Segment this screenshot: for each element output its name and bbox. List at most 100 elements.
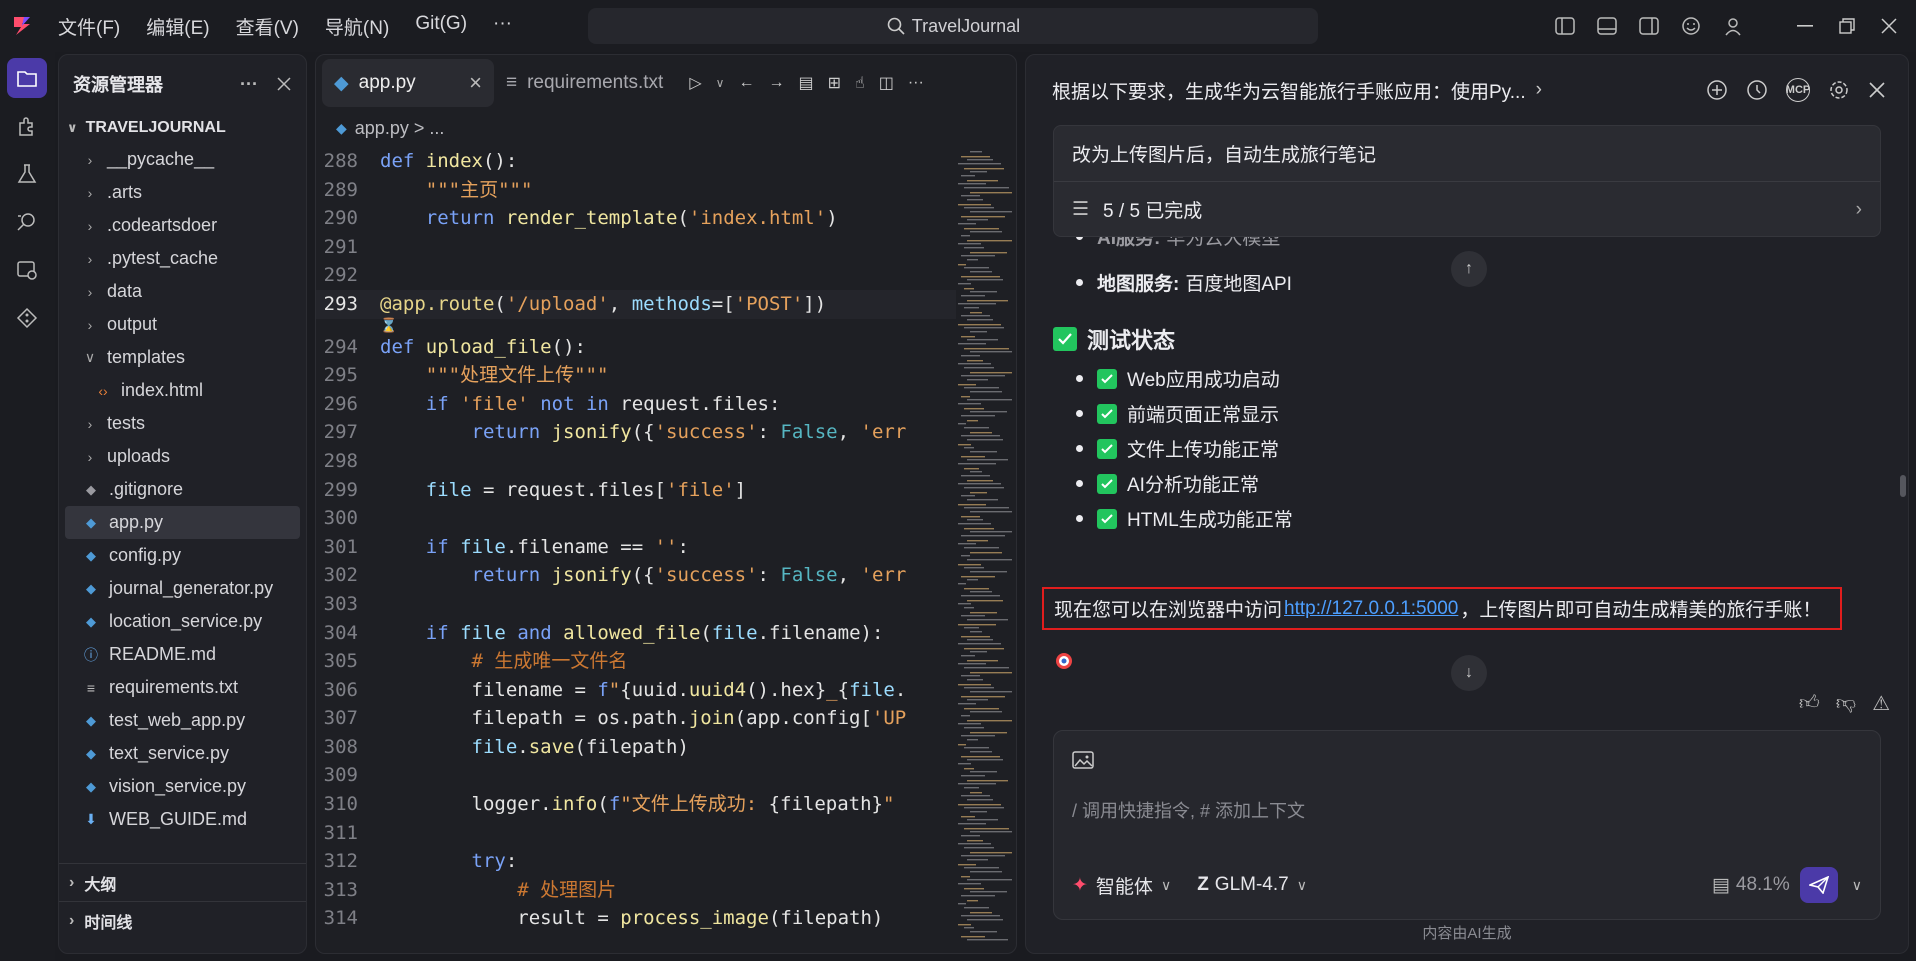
- code-line[interactable]: 310 logger.info(f"文件上传成功: {filepath}": [316, 790, 956, 819]
- code-line[interactable]: 313 # 处理图片: [316, 876, 956, 905]
- chevron-down-icon[interactable]: ∨: [716, 76, 725, 90]
- image-upload-icon[interactable]: [1072, 749, 1096, 771]
- tree-item[interactable]: ◆ text_service.py: [65, 737, 300, 770]
- tree-item[interactable]: › .pytest_cache: [65, 242, 300, 275]
- tree-item[interactable]: › .arts: [65, 176, 300, 209]
- code-line[interactable]: 295 """处理文件上传""": [316, 361, 956, 390]
- restore-icon[interactable]: [1826, 0, 1868, 52]
- scroll-down-button[interactable]: ↓: [1451, 655, 1487, 691]
- git-activity-icon[interactable]: [7, 298, 47, 338]
- more-actions-icon[interactable]: ···: [240, 74, 258, 95]
- code-line[interactable]: 298: [316, 447, 956, 476]
- code-line[interactable]: 303: [316, 590, 956, 619]
- tree-item[interactable]: ◆ .gitignore: [65, 473, 300, 506]
- tree-item[interactable]: ≡ requirements.txt: [65, 671, 300, 704]
- localhost-link[interactable]: http://127.0.0.1:5000: [1284, 598, 1458, 620]
- tree-item[interactable]: › output: [65, 308, 300, 341]
- run-debug-activity-icon[interactable]: [7, 250, 47, 290]
- explorer-activity-icon[interactable]: [7, 58, 47, 98]
- tree-item[interactable]: › __pycache__: [65, 143, 300, 176]
- new-chat-icon[interactable]: [1706, 79, 1728, 101]
- code-line[interactable]: 309: [316, 761, 956, 790]
- code-line[interactable]: 293 @app.route('/upload', methods=['POST'…: [316, 289, 956, 319]
- code-line[interactable]: 290 return render_template('index.html'): [316, 204, 956, 233]
- gear-icon[interactable]: [1828, 79, 1850, 101]
- forward-icon[interactable]: →: [768, 74, 784, 92]
- code-line[interactable]: 302 return jsonify({'success': False, 'e…: [316, 561, 956, 590]
- global-search[interactable]: TravelJournal: [588, 8, 1318, 44]
- close-window-icon[interactable]: [1868, 0, 1910, 52]
- mcp-icon[interactable]: MCP: [1786, 78, 1810, 102]
- code-line[interactable]: 304 if file and allowed_file(file.filena…: [316, 619, 956, 648]
- code-line[interactable]: 300: [316, 504, 956, 533]
- document-icon[interactable]: ▤: [798, 73, 813, 93]
- close-tab-icon[interactable]: ×: [469, 70, 482, 96]
- account-icon[interactable]: [1712, 0, 1754, 52]
- run-icon[interactable]: ▷: [689, 73, 701, 93]
- code-line[interactable]: 306 filename = f"{uuid.uuid4().hex}_{fil…: [316, 676, 956, 705]
- tab-app-py[interactable]: ◆ app.py ×: [322, 59, 494, 107]
- close-icon[interactable]: [276, 76, 292, 92]
- menu-file[interactable]: 文件(F): [58, 13, 120, 40]
- hand-icon[interactable]: ☝: [855, 73, 865, 93]
- close-icon[interactable]: [1868, 81, 1886, 99]
- send-button[interactable]: [1799, 867, 1838, 903]
- chat-input-box[interactable]: / 调用快捷指令, # 添加上下文 ✦ 智能体 ∨ Z GLM-4.7 ∨ ▤ …: [1053, 730, 1881, 920]
- chevron-down-icon[interactable]: ∨: [1297, 877, 1307, 894]
- split-editor-icon[interactable]: ◫: [879, 73, 894, 93]
- code-line[interactable]: 308 file.save(filepath): [316, 733, 956, 762]
- code-line[interactable]: 301 if file.filename == '':: [316, 533, 956, 562]
- chevron-down-icon[interactable]: ∨: [1852, 877, 1862, 894]
- tree-item[interactable]: › uploads: [65, 440, 300, 473]
- thumbs-up-icon[interactable]: 👍︎: [1799, 691, 1820, 716]
- tree-item[interactable]: ◆ app.py: [65, 506, 300, 539]
- code-line[interactable]: 307 filepath = os.path.join(app.config['…: [316, 704, 956, 733]
- feedback-smile-icon[interactable]: [1670, 0, 1712, 52]
- menu-edit[interactable]: 编辑(E): [146, 13, 209, 40]
- model-selector[interactable]: GLM-4.7: [1215, 874, 1289, 896]
- code-line[interactable]: 311: [316, 819, 956, 848]
- scroll-up-button[interactable]: ↑: [1451, 251, 1487, 287]
- code-line[interactable]: 288 def index():: [316, 147, 956, 176]
- code-line[interactable]: ⌛: [316, 319, 956, 333]
- code-line[interactable]: 312 try:: [316, 847, 956, 876]
- breadcrumb[interactable]: ◆ app.py > ...: [316, 111, 1016, 145]
- tree-item[interactable]: ∨ templates: [65, 341, 300, 374]
- testing-flask-icon[interactable]: [7, 154, 47, 194]
- menu-view[interactable]: 查看(V): [236, 13, 299, 40]
- agent-selector[interactable]: 智能体: [1096, 872, 1153, 899]
- back-icon[interactable]: ←: [738, 74, 754, 92]
- project-root[interactable]: ∨ TRAVELJOURNAL: [59, 113, 306, 143]
- progress-row[interactable]: ☰ 5 / 5 已完成 ›: [1054, 182, 1880, 237]
- tree-item[interactable]: ◆ journal_generator.py: [65, 572, 300, 605]
- chevron-right-icon[interactable]: ›: [1536, 79, 1542, 101]
- outline-section[interactable]: › 大纲: [59, 863, 306, 901]
- minimap[interactable]: [956, 151, 1012, 951]
- history-icon[interactable]: [1746, 79, 1768, 101]
- tree-item[interactable]: ◆ config.py: [65, 539, 300, 572]
- tree-item[interactable]: › .codeartsdoer: [65, 209, 300, 242]
- code-area[interactable]: 288 def index(): 289 """主页""" 290 return re…: [316, 147, 956, 953]
- tree-item[interactable]: ‹› index.html: [65, 374, 300, 407]
- menu-more[interactable]: ···: [493, 13, 512, 40]
- more-icon[interactable]: ···: [908, 74, 924, 92]
- code-line[interactable]: 314 result = process_image(filepath): [316, 904, 956, 933]
- chat-input-placeholder[interactable]: / 调用快捷指令, # 添加上下文: [1072, 797, 1305, 823]
- code-line[interactable]: 294 def upload_file():: [316, 333, 956, 362]
- tree-item[interactable]: › tests: [65, 407, 300, 440]
- code-line[interactable]: 291: [316, 233, 956, 262]
- code-line[interactable]: 305 # 生成唯一文件名: [316, 647, 956, 676]
- timeline-section[interactable]: › 时间线: [59, 901, 306, 939]
- tree-item[interactable]: ⬇ WEB_GUIDE.md: [65, 803, 300, 836]
- code-line[interactable]: 289 """主页""": [316, 176, 956, 205]
- table-icon[interactable]: ⊞: [828, 73, 841, 93]
- code-line[interactable]: 299 file = request.files['file']: [316, 476, 956, 505]
- warning-icon[interactable]: ⚠: [1872, 691, 1890, 716]
- chat-scrollbar[interactable]: [1900, 475, 1906, 497]
- tree-item[interactable]: ⓘ README.md: [65, 638, 300, 671]
- task-request-card[interactable]: 改为上传图片后，自动生成旅行笔记 ☰ 5 / 5 已完成 ›: [1053, 125, 1881, 237]
- minimize-icon[interactable]: [1784, 0, 1826, 52]
- menu-navigate[interactable]: 导航(N): [325, 13, 389, 40]
- layout-icon[interactable]: [1628, 0, 1670, 52]
- tab-requirements[interactable]: ≡ requirements.txt: [494, 59, 675, 107]
